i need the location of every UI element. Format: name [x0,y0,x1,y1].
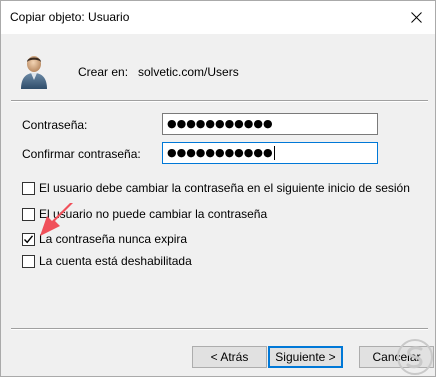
create-in-label: Crear en: [78,65,129,79]
window-title: Copiar objeto: Usuario [10,10,130,24]
title-bar: Copiar objeto: Usuario [1,1,435,34]
option-must-change-password[interactable]: El usuario debe cambiar la contraseña en… [22,180,410,196]
arrow-annotation-icon [40,203,73,236]
checkbox-checked[interactable] [22,232,35,246]
back-button[interactable]: < Atrás [192,346,267,368]
checkmark-icon [23,234,34,243]
password-value: ●●●●●●●●●●● [167,117,273,130]
checkbox[interactable] [22,254,35,268]
password-label: Contraseña: [22,118,88,132]
confirm-password-field[interactable]: ●●●●●●●●●●● [162,142,378,164]
create-in-path: solvetic.com/Users [138,65,239,79]
confirm-password-label: Confirmar contraseña: [22,147,141,161]
option-account-disabled[interactable]: La cuenta está deshabilitada [22,253,192,269]
checkbox[interactable] [22,207,35,221]
solvetic-logo [397,339,433,375]
option-label: El usuario debe cambiar la contraseña en… [39,181,410,195]
separator [11,100,428,102]
next-button[interactable]: Siguiente > [268,346,343,368]
option-label: La cuenta está deshabilitada [39,254,192,268]
close-icon [410,11,422,23]
password-field[interactable]: ●●●●●●●●●●● [162,113,378,135]
confirm-password-value: ●●●●●●●●●●● [167,146,273,159]
user-icon [21,56,47,89]
text-caret [273,146,275,160]
close-button[interactable] [405,6,427,28]
dialog-window: Copiar objeto: Usuario Crear en: solveti… [0,0,436,377]
checkbox[interactable] [22,181,35,195]
separator [11,328,428,330]
